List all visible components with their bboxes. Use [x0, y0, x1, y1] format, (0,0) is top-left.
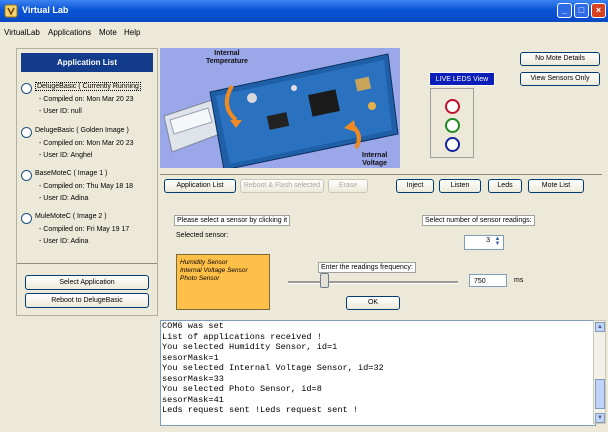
scroll-down-icon[interactable]: ▼ [595, 413, 605, 423]
sensor-list-item[interactable]: Internal Voltage Sensor [180, 267, 266, 275]
application-list-header: Application List [21, 53, 153, 72]
menu-mote[interactable]: Mote [99, 28, 117, 37]
minimize-button[interactable]: _ [557, 3, 572, 18]
inject-button[interactable]: Inject [396, 179, 434, 193]
scroll-thumb[interactable] [595, 379, 605, 409]
application-user: - User ID: null [39, 108, 82, 115]
scroll-up-icon[interactable]: ▲ [595, 322, 605, 332]
divider [17, 263, 157, 264]
application-user: - User ID: Anghel [39, 152, 93, 159]
live-leds-view-title: LIVE LEDS View [429, 72, 495, 86]
frequency-slider-handle[interactable] [320, 273, 329, 288]
console-line: You selected Humidity Sensor, id=1 [162, 342, 338, 352]
console-scrollbar[interactable]: ▲ ▼ [593, 320, 606, 424]
mote-picture: Internal Temperature Internal Voltage [160, 48, 400, 168]
leds-button[interactable]: Leds [488, 179, 522, 193]
application-list-button[interactable]: Application List [164, 179, 236, 193]
maximize-button[interactable]: □ [574, 3, 589, 18]
application-radio[interactable] [21, 127, 32, 138]
sensor-prompt: Please select a sensor by clicking it [174, 215, 291, 226]
console-line: sesorMask=1 [162, 352, 219, 363]
console-line: sesorMask=33 [162, 373, 224, 384]
sensor-list[interactable]: Humidity Sensor Internal Voltage Sensor … [176, 254, 270, 310]
frequency-slider-track[interactable] [288, 281, 458, 284]
console-output[interactable]: COM6 was set List of applications receiv… [160, 320, 596, 426]
mote-board-illustration [160, 48, 400, 168]
internal-voltage-label: Internal Voltage [362, 152, 388, 167]
application-compiled: - Compiled on: Mon Mar 20 23 [39, 140, 134, 147]
close-button[interactable]: × [591, 3, 606, 18]
application-compiled: - Compiled on: Mon Mar 20 23 [39, 96, 134, 103]
menu-bar: VirtualLab Applications Mote Help [0, 22, 608, 42]
application-radio[interactable] [21, 83, 32, 94]
mote-list-button[interactable]: Mote List [528, 179, 584, 193]
application-list-panel: Application List DelugeBasic ( Currently… [16, 48, 158, 316]
sensor-list-item[interactable]: Photo Sensor [180, 275, 266, 283]
console-line: COM6 was set [162, 321, 224, 331]
application-compiled: - Compiled on: Fri May 19 17 [39, 226, 130, 233]
console-line: List of applications received ! [162, 331, 322, 342]
sensor-list-item[interactable]: Humidity Sensor [180, 259, 266, 267]
application-user: - User ID: Adina [39, 195, 89, 202]
console-line: Leds request sent !Leds request sent ! [162, 405, 358, 415]
menu-help[interactable]: Help [124, 28, 140, 37]
console-line: sesorMask=41 [162, 394, 224, 405]
ok-button[interactable]: OK [346, 296, 400, 310]
console-line: You selected Internal Voltage Sensor, id… [162, 363, 384, 373]
app-icon [4, 4, 18, 18]
erase-button[interactable]: Erase [328, 179, 368, 193]
application-name: MuleMoteC ( Image 2 ) [35, 213, 107, 220]
listen-button[interactable]: Listen [439, 179, 481, 193]
reboot-to-delugebasic-button[interactable]: Reboot to DelugeBasic [25, 293, 149, 308]
menu-virtuallab[interactable]: VirtualLab [4, 28, 40, 37]
select-application-button[interactable]: Select Application [25, 275, 149, 290]
blue-led-icon [445, 137, 460, 152]
no-mote-details-button[interactable]: No Mote Details [520, 52, 600, 66]
application-user: - User ID: Adina [39, 238, 89, 245]
frequency-label: Enter the readings frequency: [318, 262, 416, 273]
frequency-input[interactable]: 750 [469, 274, 507, 287]
readings-count-label: Select number of sensor readings: [422, 215, 535, 226]
led-panel [430, 88, 474, 158]
application-radio[interactable] [21, 170, 32, 181]
window-title: Virtual Lab [22, 5, 69, 15]
menu-applications[interactable]: Applications [48, 28, 91, 37]
reboot-flash-selected-button[interactable]: Reboot & Flash selected [240, 179, 324, 193]
selected-sensor-label: Selected sensor: [176, 232, 229, 239]
spinner-arrows-icon[interactable]: ▲ ▼ [493, 236, 502, 247]
application-radio[interactable] [21, 213, 32, 224]
internal-temperature-label: Internal Temperature [206, 50, 248, 65]
red-led-icon [445, 99, 460, 114]
title-bar: Virtual Lab _ □ × [0, 0, 608, 22]
frequency-unit: ms [514, 277, 524, 284]
application-name: DelugeBasic ( Currently Running [35, 82, 141, 91]
application-name: BaseMoteC ( Image 1 ) [35, 170, 108, 177]
application-name: DelugeBasic ( Golden Image ) [35, 127, 129, 134]
view-sensors-only-button[interactable]: View Sensors Only [520, 72, 600, 86]
application-compiled: - Compiled on: Thu May 18 18 [39, 183, 134, 190]
console-line: You selected Photo Sensor, id=8 [162, 384, 322, 394]
readings-count-value: 3 [486, 237, 490, 244]
green-led-icon [445, 118, 460, 133]
readings-count-spinner[interactable]: 3 ▲ ▼ [464, 235, 504, 250]
